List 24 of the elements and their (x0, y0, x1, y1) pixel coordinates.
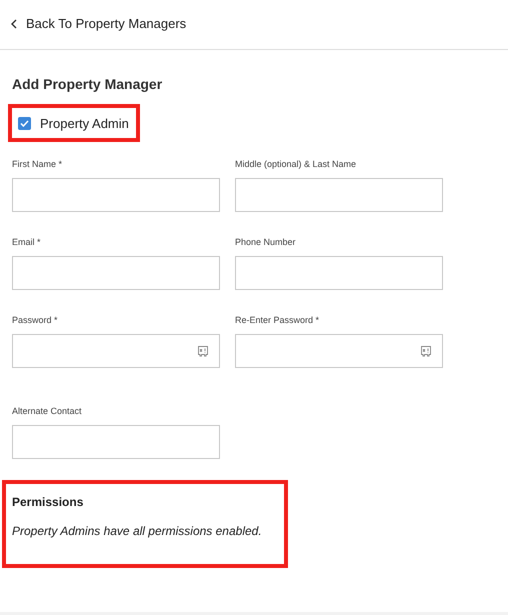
field-label: Re-Enter Password * (235, 315, 320, 326)
password-key-icon[interactable] (420, 345, 432, 357)
form-title: Add Property Manager (12, 76, 164, 92)
input-field[interactable] (12, 334, 220, 368)
password-key-icon[interactable] (197, 345, 209, 357)
input-field[interactable] (235, 334, 443, 368)
field-label: First Name * (12, 159, 64, 170)
field-label: Alternate Contact (12, 406, 83, 417)
field-label: Password * (12, 315, 59, 326)
input-field[interactable] (235, 178, 443, 212)
chevron-left-icon (11, 18, 17, 28)
input-field[interactable] (12, 256, 220, 290)
checkmark-icon (20, 120, 29, 126)
input-field[interactable] (12, 425, 220, 459)
field-label: Middle (optional) & Last Name (235, 159, 358, 170)
section-title: Permissions (12, 495, 84, 509)
input-field[interactable] (12, 178, 220, 212)
back-link[interactable]: Back To Property Managers (11, 16, 186, 31)
permissions-note: Property Admins have all permissions enabled. (12, 524, 263, 538)
field-label: Email * (12, 237, 42, 248)
input-field[interactable] (235, 256, 443, 290)
checkbox[interactable] (18, 116, 31, 130)
field-label: Phone Number (235, 237, 297, 248)
property-admin-checkbox[interactable]: Property Admin (18, 116, 129, 130)
